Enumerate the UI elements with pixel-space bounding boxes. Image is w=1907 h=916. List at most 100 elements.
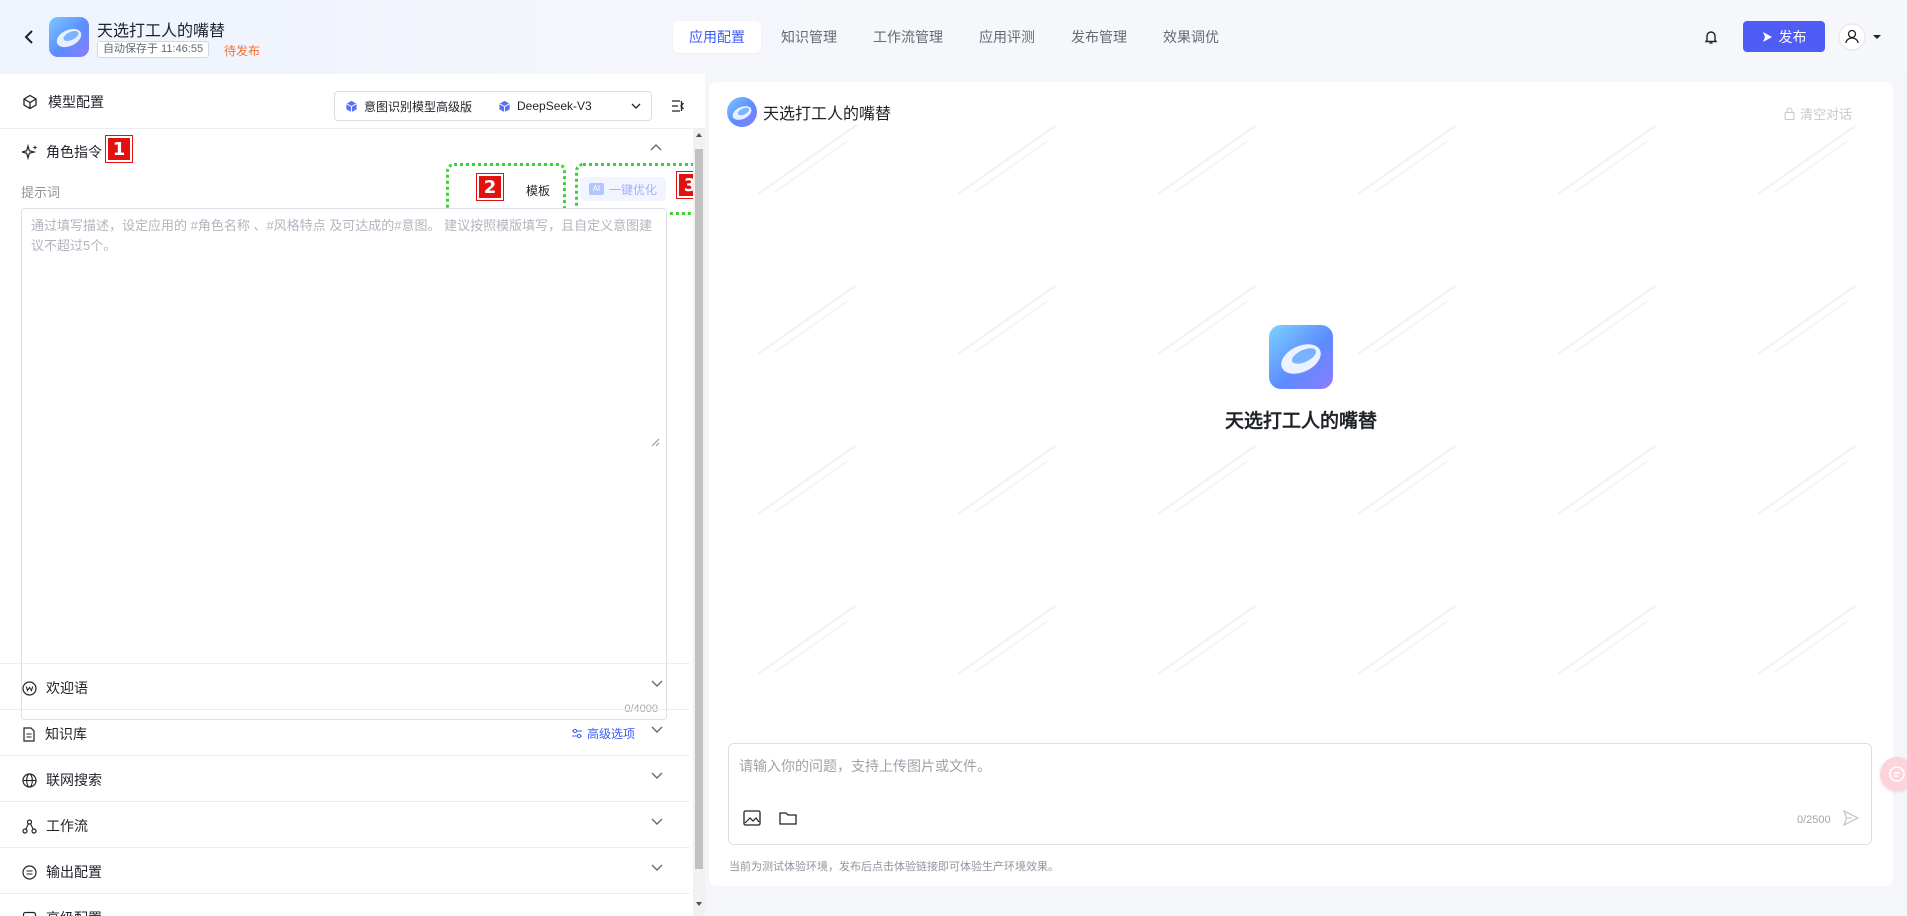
model-intent-label: 意图识别模型高级版 (364, 99, 473, 114)
advanced-options-label: 高级选项 (587, 727, 636, 741)
advanced-options-link[interactable]: 高级选项 (571, 725, 635, 742)
role-instruction-header[interactable]: 角色指令 (0, 129, 690, 173)
section-knowledge-label: 知识库 (45, 726, 87, 742)
section-knowledge-title: 知识库 (22, 724, 87, 744)
ai-icon: AI (588, 183, 604, 195)
scrollbar[interactable] (693, 129, 705, 916)
section-advanced-title: 高级配置 (22, 908, 102, 916)
top-tabs: 应用配置 知识管理 工作流管理 应用评测 发布管理 效果调优 (673, 21, 1239, 53)
publish-button[interactable]: 发布 (1743, 21, 1825, 52)
chevron-down-icon (631, 103, 641, 109)
tab-app-config[interactable]: 应用配置 (673, 21, 761, 53)
resize-handle-icon[interactable] (650, 437, 660, 447)
chat-input-box: 0/2500 (728, 743, 1872, 845)
clear-chat-button[interactable]: 清空对话 (1784, 104, 1852, 123)
chevron-up-icon[interactable] (650, 143, 662, 151)
section-welcome-title: 欢迎语 (22, 678, 88, 698)
send-icon[interactable] (1843, 810, 1859, 826)
tab-publish-manage[interactable]: 发布管理 (1055, 21, 1143, 53)
clear-chat-label: 清空对话 (1800, 107, 1853, 122)
section-web-search-title: 联网搜索 (22, 770, 102, 790)
section-web-search-label: 联网搜索 (46, 772, 102, 788)
section-output-label: 输出配置 (46, 864, 102, 880)
app-logo-large (1269, 325, 1333, 389)
publish-label: 发布 (1778, 28, 1807, 45)
section-advanced-label: 高级配置 (46, 908, 102, 916)
chevron-down-icon (651, 726, 663, 733)
section-workflow[interactable]: 工作流 (0, 801, 690, 847)
model-main-label: DeepSeek-V3 (517, 99, 592, 113)
output-icon (22, 864, 37, 880)
lock-icon (1784, 107, 1795, 120)
template-button[interactable]: 模板 (518, 178, 558, 202)
floating-assistant-icon[interactable] (1880, 757, 1907, 791)
folder-icon[interactable] (779, 810, 797, 826)
chat-title: 天选打工人的嘴替 (763, 106, 892, 123)
chevron-down-icon (651, 772, 663, 779)
annotation-marker-1: 1 (106, 136, 132, 162)
top-header: 天选打工人的嘴替 自动保存于 11:46:55 待发布 应用配置 知识管理 工作… (0, 0, 1907, 74)
scroll-up-icon[interactable] (696, 133, 702, 137)
model-config-label: 模型配置 (48, 94, 104, 110)
tab-knowledge[interactable]: 知识管理 (765, 21, 853, 53)
chat-avatar (727, 97, 757, 127)
model-select[interactable]: 意图识别模型高级版 DeepSeek-V3 (334, 91, 652, 121)
chat-preview-panel: 天选打工人的嘴替 清空对话 天选打工人的嘴替 0/2500 当前为测试体验环境，… (709, 82, 1893, 886)
section-output[interactable]: 输出配置 (0, 847, 690, 893)
chevron-down-icon (651, 818, 663, 825)
user-icon (1838, 23, 1866, 51)
app-name-large: 天选打工人的嘴替 (1224, 411, 1377, 432)
tab-tuning[interactable]: 效果调优 (1147, 21, 1235, 53)
scrollbar-thumb[interactable] (695, 149, 703, 869)
model-config-row: 模型配置 意图识别模型高级版 DeepSeek-V3 (0, 74, 705, 129)
tab-evaluation[interactable]: 应用评测 (963, 21, 1051, 53)
section-knowledge[interactable]: 知识库 高级选项 (0, 709, 690, 755)
section-workflow-label: 工作流 (46, 818, 88, 834)
image-upload-icon[interactable] (743, 810, 761, 826)
section-workflow-title: 工作流 (22, 816, 88, 836)
back-arrow-icon[interactable] (18, 26, 40, 48)
section-welcome[interactable]: 欢迎语 (0, 663, 690, 709)
model-cube-icon (346, 100, 357, 112)
prompt-textarea[interactable] (22, 209, 666, 449)
section-welcome-label: 欢迎语 (46, 680, 88, 696)
one-click-optimize-button[interactable]: AI 一键优化 (580, 177, 666, 201)
role-instruction-label: 角色指令 (46, 144, 102, 160)
bell-icon[interactable] (1700, 26, 1722, 48)
section-advanced[interactable]: 高级配置 (0, 893, 690, 916)
collapse-panel-icon[interactable] (668, 96, 688, 116)
section-output-title: 输出配置 (22, 862, 102, 882)
model-config-title-wrap: 模型配置 (22, 92, 104, 112)
app-title: 天选打工人的嘴替 (97, 23, 226, 40)
welcome-icon (22, 680, 37, 696)
sliders-icon (572, 728, 582, 739)
send-triangle-icon (1762, 31, 1772, 42)
workflow-icon (22, 818, 37, 834)
annotation-marker-2: 2 (477, 174, 503, 200)
autosave-badge: 自动保存于 11:46:55 (97, 41, 210, 58)
status-badge: 待发布 (224, 44, 261, 58)
chevron-down-icon (651, 864, 663, 871)
document-icon (23, 726, 35, 742)
environment-note: 当前为测试体验环境，发布后点击体验链接即可体验生产环境效果。 (729, 861, 1059, 873)
caret-down-icon (1873, 35, 1881, 39)
advanced-icon (22, 911, 37, 916)
tab-workflow[interactable]: 工作流管理 (857, 21, 959, 53)
optimize-label: 一键优化 (608, 182, 657, 197)
chat-header: 天选打工人的嘴替 (727, 97, 891, 127)
prompt-area: 0/4000 (21, 208, 667, 720)
sparkle-icon (22, 144, 38, 160)
input-counter: 0/2500 (1797, 814, 1831, 826)
app-logo (49, 17, 89, 57)
model-cube-icon (499, 100, 510, 112)
config-panel: 模型配置 意图识别模型高级版 DeepSeek-V3 角色指令 1 提示词 模板… (0, 74, 705, 916)
section-web-search[interactable]: 联网搜索 (0, 755, 690, 801)
scroll-down-icon[interactable] (696, 902, 702, 906)
chevron-down-icon (651, 680, 663, 687)
cube-icon (23, 94, 37, 110)
role-title-wrap: 角色指令 (22, 142, 102, 162)
user-menu[interactable] (1838, 22, 1886, 52)
prompt-label: 提示词 (21, 185, 61, 200)
chat-input[interactable] (739, 754, 1839, 778)
globe-icon (22, 772, 37, 788)
